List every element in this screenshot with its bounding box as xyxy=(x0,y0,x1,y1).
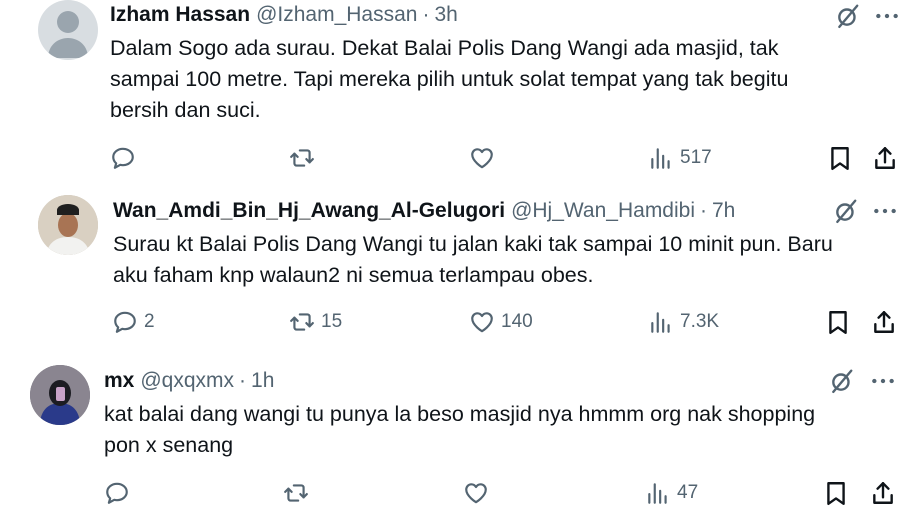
bookmark-button[interactable] xyxy=(823,478,849,508)
bookmark-icon xyxy=(825,309,851,335)
reply-icon xyxy=(110,145,136,171)
like-count: 140 xyxy=(501,311,533,332)
tweet-item[interactable]: mx @qxqxmx · 1h kat balai dang wangi tu … xyxy=(0,350,916,517)
tweet-header: Izham Hassan @Izham_Hassan · 3h xyxy=(110,2,458,28)
like-button[interactable]: 140 xyxy=(469,307,533,337)
like-icon xyxy=(463,480,489,506)
tweet-item[interactable]: Wan_Amdi_Bin_Hj_Awang_Al-Gelugori @Hj_Wa… xyxy=(0,180,916,350)
views-button[interactable]: 517 xyxy=(648,143,712,173)
timestamp[interactable]: 1h xyxy=(251,368,274,394)
views-count: 517 xyxy=(680,147,712,168)
reply-count: 2 xyxy=(144,311,155,332)
views-icon xyxy=(645,480,671,506)
reply-icon xyxy=(112,309,138,335)
timestamp[interactable]: 7h xyxy=(712,198,735,224)
action-bar: 517 xyxy=(0,143,916,173)
reply-button[interactable]: 2 xyxy=(112,307,155,337)
share-button[interactable] xyxy=(870,478,896,508)
like-button[interactable] xyxy=(469,143,501,173)
tweet-text: Dalam Sogo ada surau. Dekat Balai Polis … xyxy=(110,36,789,122)
like-icon xyxy=(469,309,495,335)
repost-count: 15 xyxy=(321,311,343,332)
display-name[interactable]: mx xyxy=(104,368,134,394)
default-avatar-icon xyxy=(48,11,88,58)
user-handle[interactable]: @Izham_Hassan xyxy=(256,2,417,28)
separator-dot: · xyxy=(422,3,430,26)
views-count: 47 xyxy=(677,482,699,503)
user-photo-avatar xyxy=(38,195,98,255)
like-icon xyxy=(469,145,495,171)
more-icon[interactable] xyxy=(872,198,898,224)
repost-icon xyxy=(289,145,315,171)
user-photo-avatar xyxy=(30,365,90,425)
reply-icon xyxy=(104,480,130,506)
reply-button[interactable] xyxy=(104,478,136,508)
avatar[interactable] xyxy=(30,365,90,425)
views-icon xyxy=(648,309,674,335)
repost-icon xyxy=(289,309,315,335)
share-icon xyxy=(871,309,897,335)
bookmark-icon xyxy=(823,480,849,506)
bookmark-icon xyxy=(827,145,853,171)
grok-icon[interactable] xyxy=(829,368,855,394)
tweet-header: Wan_Amdi_Bin_Hj_Awang_Al-Gelugori @Hj_Wa… xyxy=(113,198,735,224)
share-button[interactable] xyxy=(871,307,897,337)
repost-icon xyxy=(283,480,309,506)
avatar[interactable] xyxy=(38,195,98,255)
user-handle[interactable]: @Hj_Wan_Hamdibi xyxy=(511,198,695,224)
action-bar: 47 xyxy=(0,478,916,508)
separator-dot: · xyxy=(239,369,247,392)
tweet-item[interactable]: Izham Hassan @Izham_Hassan · 3h Dalam So… xyxy=(0,0,916,180)
bookmark-button[interactable] xyxy=(825,307,851,337)
action-bar: 2 15 140 7.3K xyxy=(0,307,916,337)
views-button[interactable]: 47 xyxy=(645,478,698,508)
grok-icon[interactable] xyxy=(835,3,861,29)
more-icon[interactable] xyxy=(870,368,896,394)
share-icon xyxy=(872,145,898,171)
bookmark-button[interactable] xyxy=(827,143,853,173)
views-button[interactable]: 7.3K xyxy=(648,307,719,337)
user-handle[interactable]: @qxqxmx xyxy=(140,368,234,394)
like-button[interactable] xyxy=(463,478,495,508)
repost-button[interactable] xyxy=(289,143,321,173)
more-icon[interactable] xyxy=(874,3,900,29)
tweet-text: Surau kt Balai Polis Dang Wangi tu jalan… xyxy=(113,232,833,287)
tweet-text: kat balai dang wangi tu punya la beso ma… xyxy=(104,402,816,457)
tweet-header: mx @qxqxmx · 1h xyxy=(104,368,274,394)
avatar[interactable] xyxy=(38,0,98,60)
separator-dot: · xyxy=(700,199,707,222)
timestamp[interactable]: 3h xyxy=(434,2,457,28)
share-button[interactable] xyxy=(872,143,898,173)
repost-button[interactable]: 15 xyxy=(289,307,342,337)
share-icon xyxy=(870,480,896,506)
grok-icon[interactable] xyxy=(833,198,859,224)
display-name[interactable]: Izham Hassan xyxy=(110,2,250,28)
display-name[interactable]: Wan_Amdi_Bin_Hj_Awang_Al-Gelugori xyxy=(113,198,505,224)
views-count: 7.3K xyxy=(680,311,720,332)
reply-button[interactable] xyxy=(110,143,142,173)
repost-button[interactable] xyxy=(283,478,315,508)
views-icon xyxy=(648,145,674,171)
